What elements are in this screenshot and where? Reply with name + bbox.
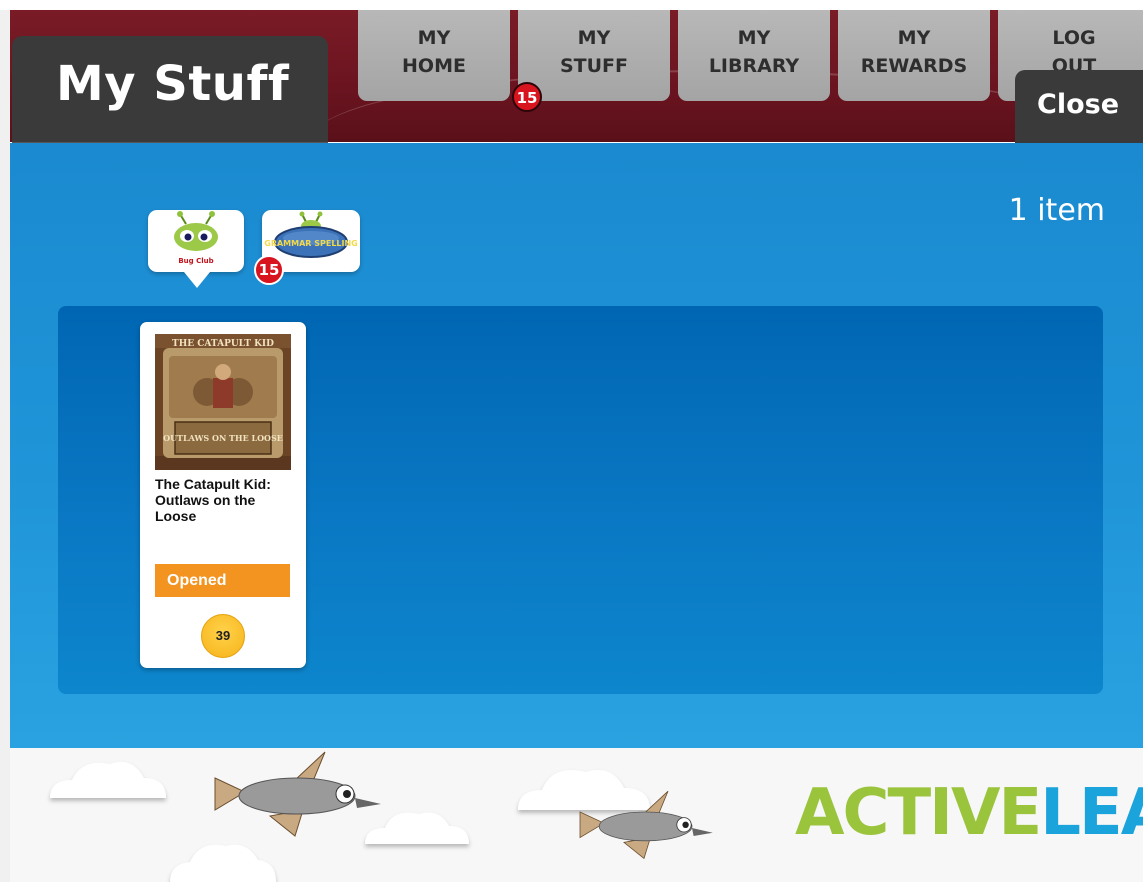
nav-tab-my-rewards[interactable]: MY REWARDS: [838, 10, 990, 101]
books-panel: THE CATAPULT KID OUTLAWS ON THE LOOSE Th…: [58, 306, 1103, 694]
selected-pointer: [184, 272, 210, 288]
cover-title-top: THE CATAPULT KID: [172, 339, 274, 349]
window-edge: [0, 10, 10, 882]
logo-active: ACTIVE: [795, 776, 1042, 850]
activelearn-logo: ACTIVELEARN: [795, 778, 1143, 848]
close-button[interactable]: Close: [1015, 70, 1143, 143]
filter-notification-badge: 15: [254, 255, 284, 285]
filter-label-bug-club: Bug Club: [178, 257, 214, 265]
nav-tab-my-library[interactable]: MY LIBRARY: [678, 10, 830, 101]
notification-badge: 15: [512, 82, 542, 112]
filter-label-grammar-spelling: GRAMMAR SPELLING: [264, 239, 358, 248]
book-cover: THE CATAPULT KID OUTLAWS ON THE LOOSE: [155, 334, 291, 470]
item-count: 1 item: [1008, 193, 1105, 228]
page-title: My Stuff: [56, 56, 290, 112]
book-card[interactable]: THE CATAPULT KID OUTLAWS ON THE LOOSE Th…: [140, 322, 306, 668]
main-content: 1 item Bug Club GRAMMAR SPELLING 15 THE …: [10, 143, 1143, 748]
points-coin: 39: [201, 614, 245, 658]
filter-bug-club-button[interactable]: Bug Club: [148, 210, 244, 288]
cover-title-bottom: OUTLAWS ON THE LOOSE: [163, 433, 283, 443]
nav-tab-my-stuff[interactable]: MY STUFF: [518, 10, 670, 101]
page-title-tab: My Stuff: [12, 36, 328, 143]
book-title: The Catapult Kid: Outlaws on the Loose: [155, 476, 271, 524]
logo-learn: LEARN: [1040, 776, 1143, 850]
nav-tab-my-home[interactable]: MY HOME: [358, 10, 510, 101]
bug-club-icon: [174, 211, 218, 251]
fish-icon: [214, 751, 381, 837]
status-badge: Opened: [155, 564, 290, 597]
footer: ACTIVELEARN: [10, 748, 1143, 882]
